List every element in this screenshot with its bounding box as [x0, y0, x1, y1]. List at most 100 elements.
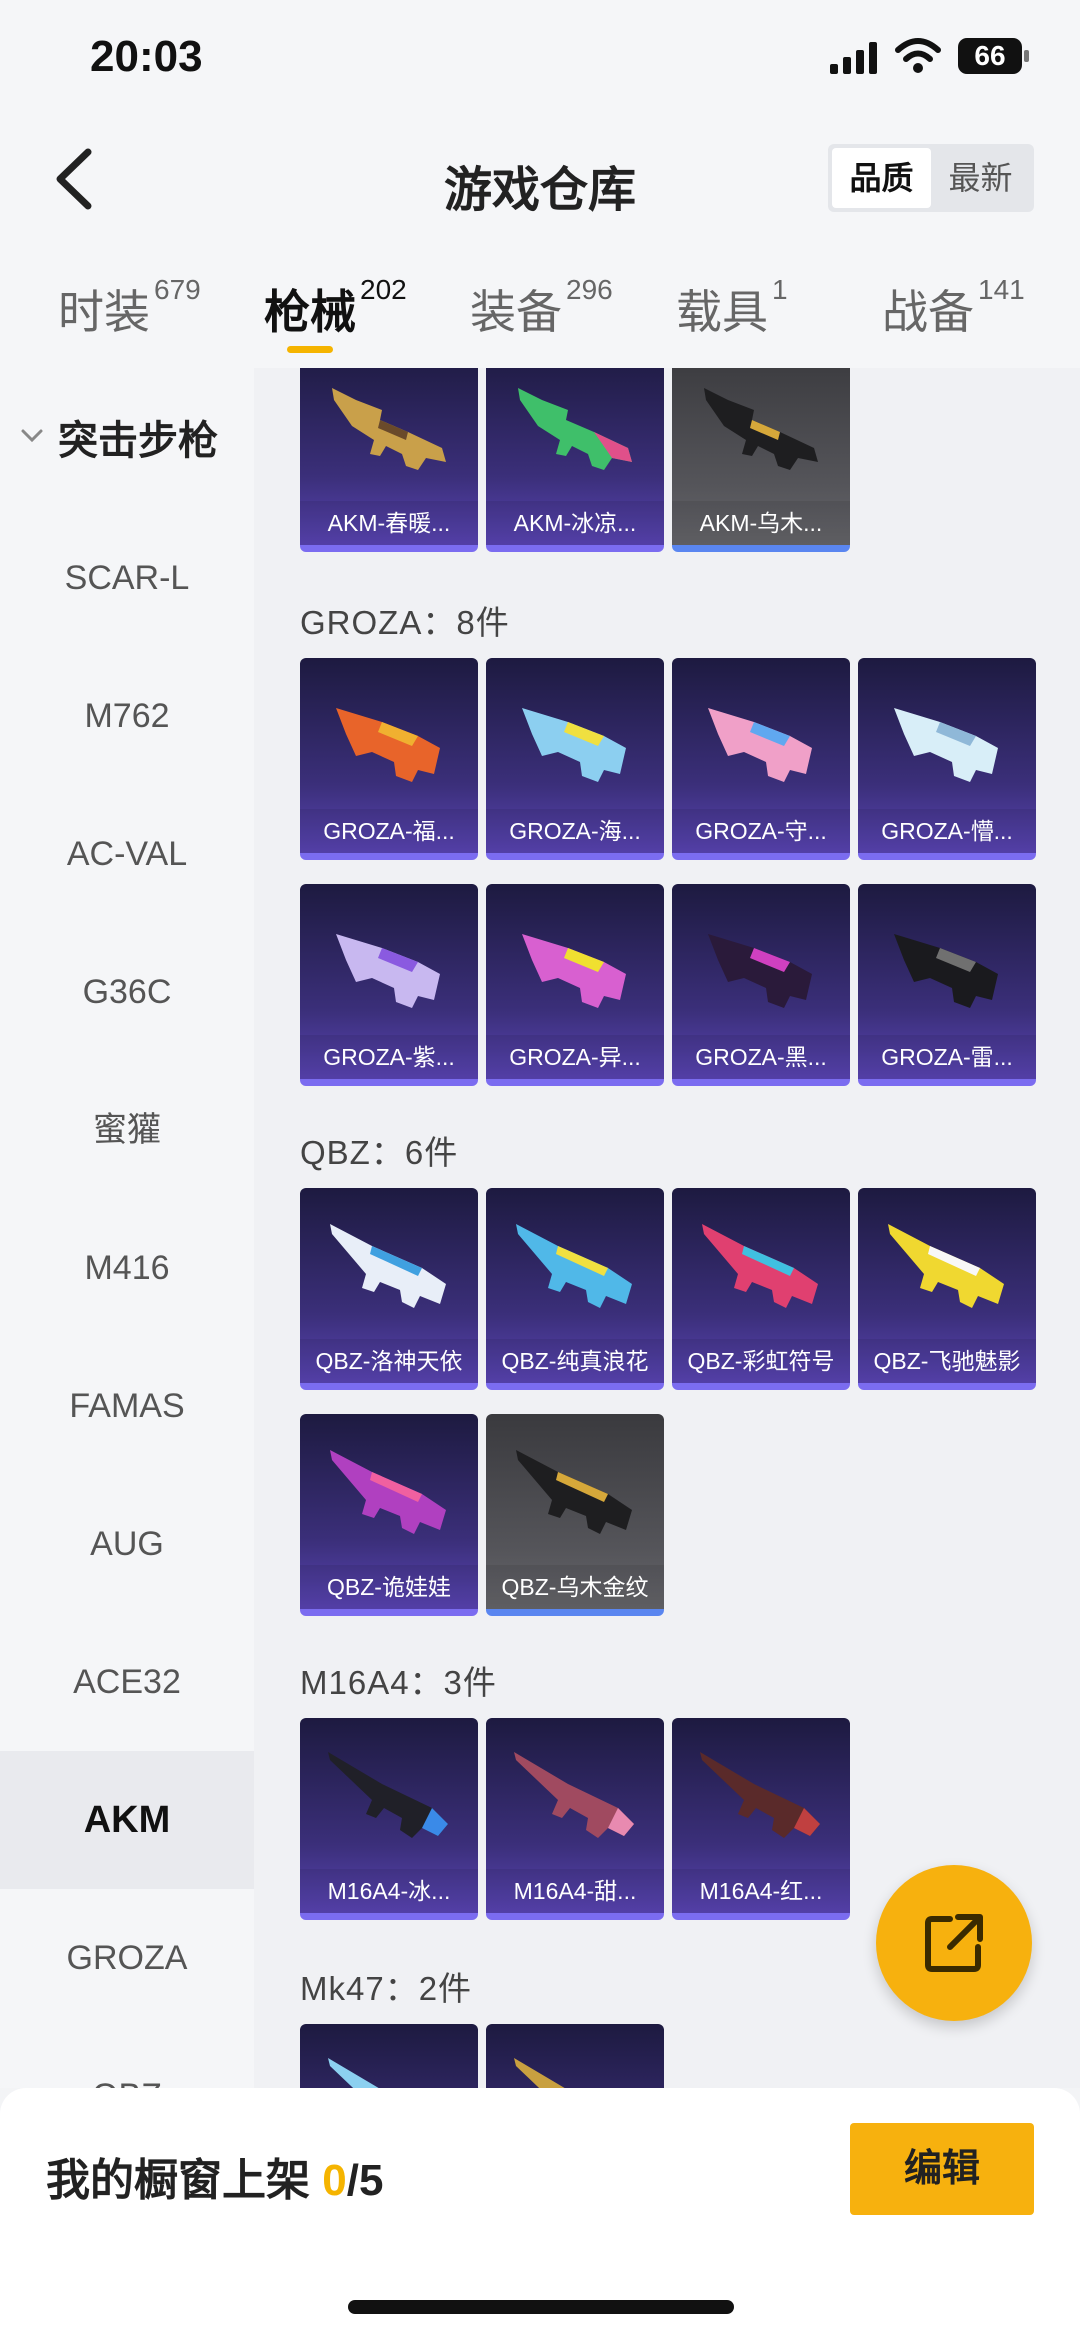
sort-toggle: 品质 最新 — [828, 144, 1034, 212]
sidebar-item-famas[interactable]: FAMAS — [0, 1337, 254, 1475]
edit-button[interactable]: 编辑 — [850, 2123, 1034, 2215]
share-fab-button[interactable] — [876, 1865, 1032, 2021]
skin-card[interactable]: GROZA-紫... — [300, 884, 478, 1086]
sidebar-item-akm[interactable]: AKM — [0, 1751, 254, 1889]
sidebar-item-m762[interactable]: M762 — [0, 647, 254, 785]
rifle-icon — [894, 934, 998, 1008]
status-bar: 20:03 66 — [0, 0, 1080, 120]
skin-card[interactable]: M16A4-冰... — [300, 1718, 478, 1920]
rifle-icon — [514, 1752, 634, 1838]
skin-name: M16A4-冰... — [300, 1869, 478, 1913]
section-label-qbz: QBZ：6件 — [300, 1134, 459, 1171]
rifle-icon — [702, 1224, 818, 1308]
skin-name: GROZA-海... — [486, 809, 664, 853]
skin-card[interactable]: GROZA-守... — [672, 658, 850, 860]
tab-count: 1 — [772, 274, 788, 305]
skin-card[interactable] — [486, 2024, 664, 2088]
rifle-icon — [516, 1224, 632, 1308]
skin-card[interactable]: QBZ-飞驰魅影 — [858, 1188, 1036, 1390]
tab-vehicles[interactable]: 载具 1 — [676, 274, 788, 342]
sidebar-item-groza[interactable]: GROZA — [0, 1889, 254, 2027]
rifle-icon — [708, 708, 812, 782]
skin-card[interactable]: AKM-冰凉... — [486, 368, 664, 552]
sidebar-item-honey-badger[interactable]: 蜜獾 — [0, 1061, 254, 1199]
rifle-icon — [704, 388, 818, 470]
sidebar-item-m416[interactable]: M416 — [0, 1199, 254, 1337]
sidebar-item-ace32[interactable]: ACE32 — [0, 1613, 254, 1751]
rifle-icon — [328, 1752, 448, 1838]
external-link-icon — [925, 1914, 983, 1972]
tab-label: 载具 — [676, 286, 768, 338]
sidebar-group-assault-rifles[interactable]: 突击步枪 — [0, 408, 254, 466]
skin-card[interactable]: GROZA-异... — [486, 884, 664, 1086]
sort-newest-option[interactable]: 最新 — [931, 148, 1030, 208]
sort-quality-option[interactable]: 品质 — [832, 148, 931, 208]
weapon-type-sidebar: 突击步枪 SCAR-L M762 AC-VAL G36C 蜜獾 M416 FAM… — [0, 368, 254, 2088]
skin-card[interactable]: GROZA-黑... — [672, 884, 850, 1086]
nav-header: 游戏仓库 品质 最新 — [0, 120, 1080, 240]
skin-name: QBZ-洛神天依 — [300, 1339, 478, 1383]
rifle-icon — [516, 1450, 632, 1534]
skin-card[interactable]: QBZ-乌木金纹 — [486, 1414, 664, 1616]
sidebar-item-scar-l[interactable]: SCAR-L — [0, 509, 254, 647]
tab-label: 装备 — [470, 286, 562, 338]
skin-card[interactable]: GROZA-懵... — [858, 658, 1036, 860]
skin-name: AKM-冰凉... — [486, 501, 664, 545]
section-label-m16a4: M16A4：3件 — [300, 1664, 497, 1701]
tab-count: 202 — [360, 274, 407, 305]
sidebar-item-g36c[interactable]: G36C — [0, 923, 254, 1061]
rifle-icon — [336, 934, 440, 1008]
skin-name: GROZA-黑... — [672, 1035, 850, 1079]
rifle-icon — [700, 1752, 820, 1838]
skin-name: QBZ-飞驰魅影 — [858, 1339, 1036, 1383]
skin-name: GROZA-守... — [672, 809, 850, 853]
skin-card[interactable]: GROZA-福... — [300, 658, 478, 860]
tab-label: 战备 — [882, 286, 974, 338]
sidebar-item-aug[interactable]: AUG — [0, 1475, 254, 1613]
active-tab-indicator — [287, 346, 333, 353]
skin-name: GROZA-福... — [300, 809, 478, 853]
wifi-icon — [895, 38, 941, 73]
rifle-icon — [518, 388, 632, 470]
tab-supplies[interactable]: 战备 141 — [882, 274, 1025, 342]
skin-name: AKM-春暖... — [300, 501, 478, 545]
rifle-icon — [522, 708, 626, 782]
tab-firearms[interactable]: 枪械 202 — [264, 274, 407, 342]
rifle-icon — [336, 708, 440, 782]
skin-card[interactable]: AKM-乌木... — [672, 368, 850, 552]
sidebar-item-qbz[interactable]: QBZ — [0, 2027, 254, 2088]
weapon-skin-grid: AKM-春暖... AKM-冰凉... AKM-乌木... GROZA：8件 G… — [254, 368, 1080, 2088]
skin-card[interactable]: QBZ-纯真浪花 — [486, 1188, 664, 1390]
skin-card[interactable]: M16A4-甜... — [486, 1718, 664, 1920]
skin-card[interactable]: QBZ-彩虹符号 — [672, 1188, 850, 1390]
skin-card[interactable]: M16A4-红... — [672, 1718, 850, 1920]
rifle-icon — [522, 934, 626, 1008]
home-indicator — [348, 2300, 734, 2314]
skin-name: M16A4-甜... — [486, 1869, 664, 1913]
skin-name: GROZA-紫... — [300, 1035, 478, 1079]
skin-name: GROZA-懵... — [858, 809, 1036, 853]
skin-card[interactable] — [300, 2024, 478, 2088]
tab-equipment[interactable]: 装备 296 — [470, 274, 613, 342]
rifle-icon — [888, 1224, 1004, 1308]
tab-label: 时装 — [58, 286, 150, 338]
skin-card[interactable]: GROZA-海... — [486, 658, 664, 860]
rifle-icon — [328, 2058, 379, 2088]
skin-card[interactable]: QBZ-洛神天依 — [300, 1188, 478, 1390]
tab-fashion[interactable]: 时装 679 — [58, 274, 201, 342]
section-label-groza: GROZA：8件 — [300, 604, 510, 641]
status-time: 20:03 — [90, 32, 203, 81]
showcase-total-count: /5 — [346, 2156, 384, 2205]
rifle-icon — [894, 708, 998, 782]
sidebar-item-ac-val[interactable]: AC-VAL — [0, 785, 254, 923]
showcase-title: 我的橱窗上架 — [46, 2156, 310, 2205]
skin-name: QBZ-乌木金纹 — [486, 1565, 664, 1609]
battery-icon: 66 — [958, 38, 1029, 74]
skin-card[interactable]: GROZA-雷... — [858, 884, 1036, 1086]
section-label-mk47: Mk47：2件 — [300, 1970, 473, 2007]
tab-label: 枪械 — [264, 286, 356, 338]
skin-card[interactable]: QBZ-诡娃娃 — [300, 1414, 478, 1616]
skin-card[interactable]: AKM-春暖... — [300, 368, 478, 552]
rifle-icon — [330, 1224, 446, 1308]
showcase-current-count: 0 — [322, 2156, 347, 2205]
